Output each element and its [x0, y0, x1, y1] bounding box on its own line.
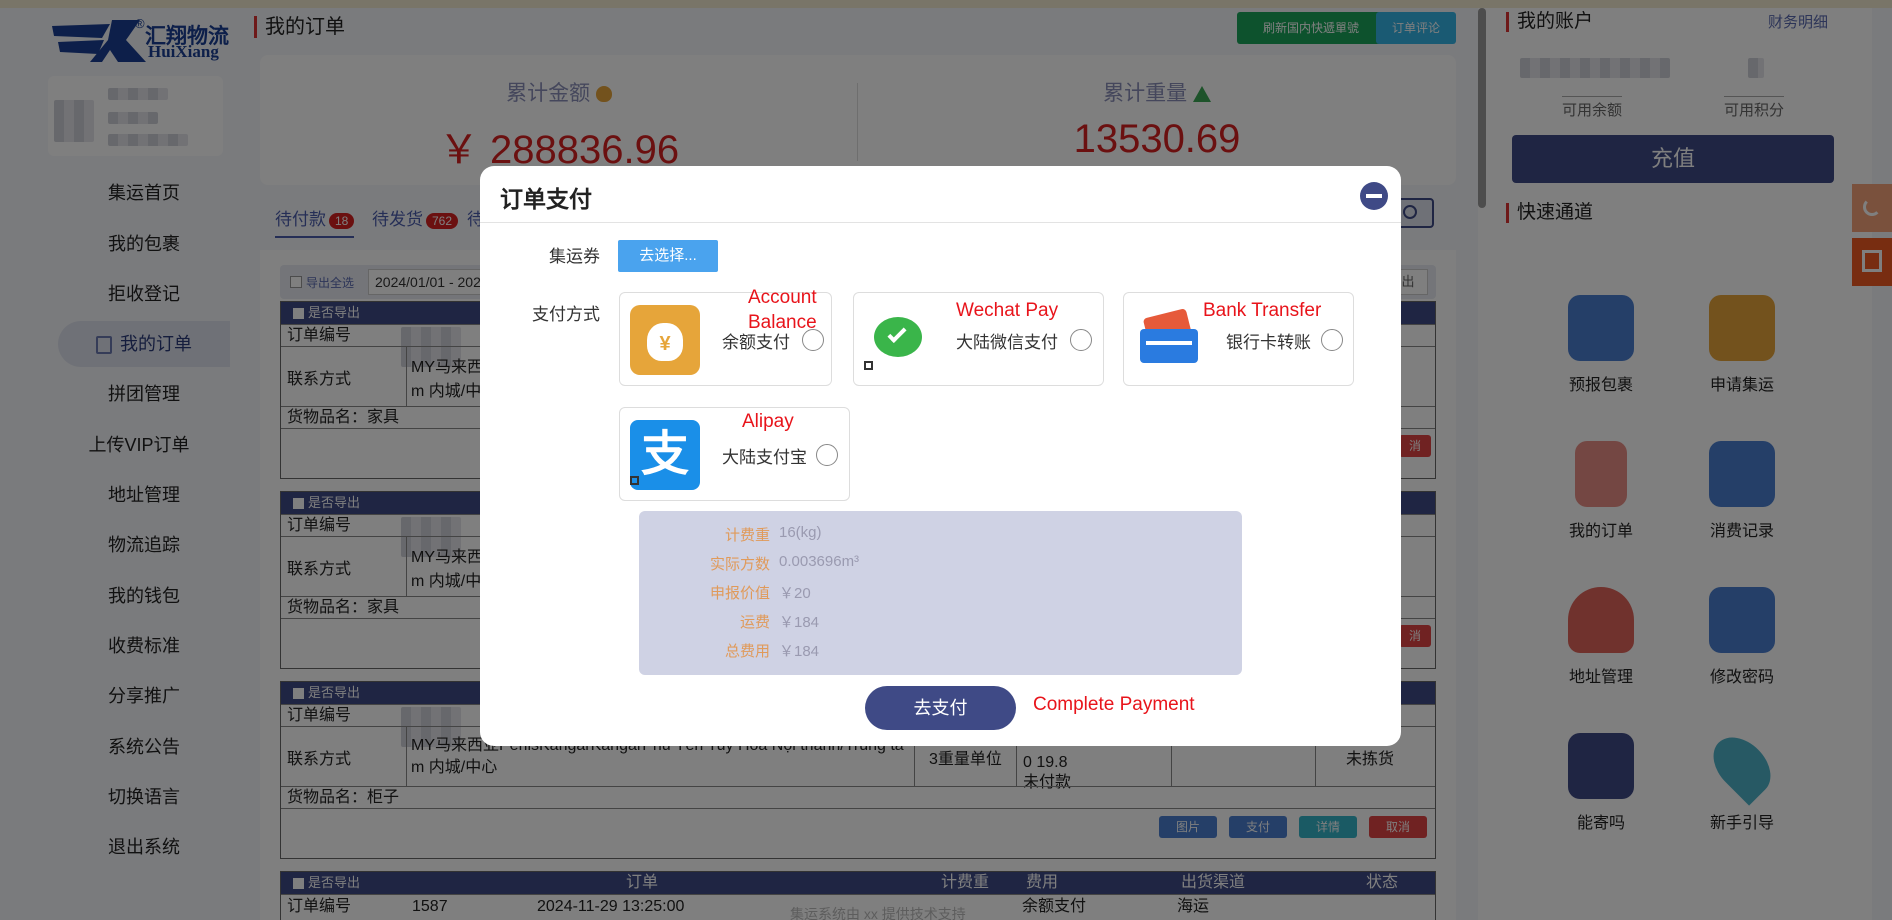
go-pay-button[interactable]: 去支付: [865, 686, 1016, 730]
bank-radio[interactable]: [1321, 329, 1343, 351]
money-bag-icon: ¥: [630, 305, 700, 375]
pay-option-name: 银行卡转账: [1226, 333, 1311, 352]
summary-label: 申报价值: [709, 585, 770, 602]
modal-title: 订单支付: [500, 186, 592, 212]
payment-modal: 订单支付 集运券 去选择... 支付方式 ¥ 余额支付 Account Bala…: [480, 166, 1401, 746]
wechat-icon: [874, 317, 922, 357]
summary-label: 计费重: [724, 527, 770, 544]
coupon-label: 集运券: [549, 247, 600, 266]
summary-row: 运费 ￥184: [639, 611, 1242, 635]
summary-row: 申报价值 ￥20: [639, 582, 1242, 606]
summary-label: 运费: [739, 614, 770, 631]
summary-value: ￥184: [779, 614, 820, 631]
summary-label: 总费用: [724, 643, 770, 660]
annotation-wechat: Wechat Pay: [956, 300, 1059, 321]
qr-small-icon: [630, 476, 639, 485]
annotation-account: Account: [748, 287, 817, 308]
close-icon[interactable]: [1360, 182, 1388, 210]
bank-card-icon: [1138, 308, 1202, 367]
summary-value: ￥20: [779, 585, 811, 602]
annotation-balance: Balance: [748, 312, 817, 333]
annotation-bank: Bank Transfer: [1203, 300, 1322, 321]
qr-small-icon: [864, 361, 873, 370]
pay-option-name: 大陆支付宝: [722, 448, 807, 467]
summary-value: ￥184: [779, 643, 820, 660]
modal-divider: [480, 222, 1401, 223]
pay-method-label: 支付方式: [532, 305, 600, 324]
alipay-icon: 支: [630, 420, 700, 490]
fee-summary: 计费重 16(kg) 实际方数 0.003696m³ 申报价值 ￥20 运费 ￥184 …: [639, 511, 1242, 675]
summary-value: 16(kg): [779, 524, 822, 541]
pay-option-alipay[interactable]: 支 大陆支付宝: [619, 407, 850, 501]
summary-row: 实际方数 0.003696m³: [639, 553, 1242, 577]
summary-value: 0.003696m³: [779, 553, 860, 570]
choose-coupon-button[interactable]: 去选择...: [618, 240, 718, 272]
pay-option-name: 大陆微信支付: [956, 333, 1058, 352]
summary-row: 计费重 16(kg): [639, 524, 1242, 548]
summary-label: 实际方数: [709, 556, 770, 573]
wechat-radio[interactable]: [1070, 329, 1092, 351]
alipay-radio[interactable]: [816, 444, 838, 466]
summary-row: 总费用 ￥184: [639, 640, 1242, 664]
annotation-alipay: Alipay: [742, 411, 794, 432]
annotation-complete-payment: Complete Payment: [1033, 694, 1195, 715]
